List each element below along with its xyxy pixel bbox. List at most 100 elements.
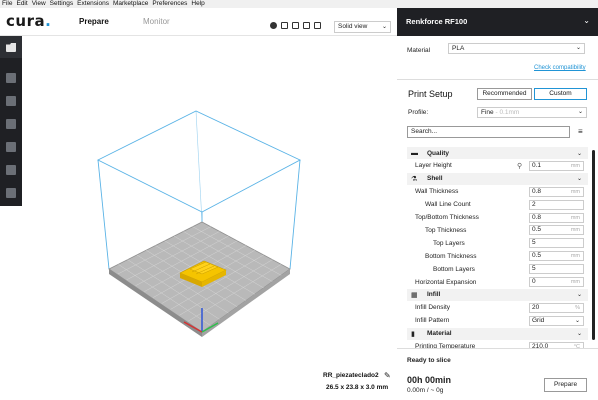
header: cura. Prepare Monitor Solid view ⌄ — [0, 8, 397, 38]
tab-prepare[interactable]: Prepare — [79, 16, 109, 28]
setting-value: 0.8 — [532, 187, 542, 195]
menu-view[interactable]: View — [32, 0, 46, 8]
menu-settings[interactable]: Settings — [50, 0, 74, 8]
setting-row[interactable]: Bottom Layers 5 — [407, 263, 588, 275]
tab-monitor[interactable]: Monitor — [143, 16, 170, 28]
menu-edit[interactable]: Edit — [16, 0, 27, 8]
setting-label: Wall Thickness — [415, 188, 459, 196]
print-setup-title: Print Setup — [408, 89, 453, 99]
setting-row[interactable]: Wall Thickness 0.8 mm — [407, 186, 588, 198]
setting-input[interactable]: 0.8 mm — [529, 186, 584, 197]
chevron-down-icon: ⌄ — [583, 16, 590, 25]
mirror-tool-icon[interactable] — [0, 136, 22, 158]
setting-unit: mm — [570, 214, 580, 221]
recommended-button[interactable]: Recommended — [477, 88, 532, 100]
per-model-settings-icon[interactable] — [0, 159, 22, 181]
print-setup-panel: Print Setup Recommended Custom Profile: … — [397, 80, 598, 348]
setting-input[interactable]: 0 mm — [529, 277, 584, 287]
setting-row[interactable]: Top Thickness 0.5 mm — [407, 224, 588, 236]
setting-value: 0.5 — [532, 252, 542, 260]
setting-row[interactable]: Horizontal Expansion 0 mm — [407, 276, 588, 288]
print-time: 00h 00min — [407, 375, 452, 385]
chevron-down-icon: ⌄ — [576, 150, 582, 157]
check-compatibility-link[interactable]: Check compatibility — [534, 65, 586, 71]
open-file-icon[interactable] — [0, 36, 22, 58]
setting-row[interactable]: Printing Temperature 210.0 °C — [407, 341, 588, 348]
setting-input[interactable]: 0.5 mm — [529, 251, 584, 262]
setting-label: Top Thickness — [425, 226, 467, 234]
rotate-tool-icon[interactable] — [0, 113, 22, 135]
view-mode-select[interactable]: Solid view ⌄ — [334, 21, 391, 33]
support-blocker-icon[interactable] — [0, 182, 22, 204]
chevron-down-icon: ⌄ — [576, 176, 582, 183]
settings-category[interactable]: ▮ Material ⌄ — [407, 327, 588, 340]
settings-scrollbar[interactable] — [592, 150, 595, 340]
material-select[interactable]: PLA ⌄ — [448, 43, 585, 54]
scale-tool-icon[interactable] — [0, 90, 22, 112]
setting-label: Infill Density — [415, 304, 451, 312]
setting-input[interactable]: 20% — [529, 302, 584, 313]
custom-button[interactable]: Custom — [534, 88, 587, 100]
3d-view-icon[interactable] — [270, 22, 277, 29]
setting-label: Bottom Layers — [433, 265, 475, 273]
setting-row[interactable]: Infill Pattern Grid ⌄ — [407, 315, 588, 327]
setting-row[interactable]: Top Layers 5 — [407, 237, 588, 249]
setting-input[interactable]: 5 — [529, 264, 584, 275]
slice-status: Ready to slice — [407, 357, 451, 364]
setting-unit: mm — [570, 279, 580, 285]
slice-panel: Ready to slice 00h 00min 0.00m / ~ 0g Pr… — [397, 348, 598, 400]
menu-file[interactable]: File — [2, 0, 12, 8]
setting-row[interactable]: Bottom Thickness 0.5 mm — [407, 250, 588, 262]
setting-value: 5 — [532, 265, 536, 273]
setting-label: Infill Pattern — [415, 317, 450, 325]
setting-input[interactable]: 0.1 mm — [529, 160, 584, 171]
setting-unit: mm — [570, 253, 580, 260]
category-label: Infill — [427, 291, 441, 299]
left-view-icon[interactable] — [303, 22, 310, 29]
category-label: Quality — [427, 149, 450, 157]
cura-logo: cura. — [6, 12, 52, 30]
setting-label: Bottom Thickness — [425, 252, 477, 260]
setting-value: 5 — [532, 239, 536, 247]
settings-category[interactable]: ⚗ Shell ⌄ — [407, 172, 588, 185]
build-volume-edge — [195, 110, 203, 223]
setting-row[interactable]: Layer Height ⚲ 0.1 mm — [407, 160, 588, 172]
shell-icon: ⚗ — [411, 175, 418, 183]
settings-category[interactable]: ▬ Quality ⌄ — [407, 147, 588, 159]
chevron-down-icon: ⌄ — [575, 45, 581, 51]
setting-input[interactable]: 5 — [529, 238, 584, 249]
right-view-icon[interactable] — [314, 22, 321, 29]
prepare-button[interactable]: Prepare — [544, 378, 587, 392]
chevron-down-icon: ⌄ — [576, 331, 582, 338]
setting-row[interactable]: Wall Line Count 2 — [407, 199, 588, 211]
link-icon[interactable]: ⚲ — [517, 162, 522, 170]
setting-row[interactable]: Top/Bottom Thickness 0.8 mm — [407, 212, 588, 224]
menu-marketplace[interactable]: Marketplace — [113, 0, 148, 8]
printer-selector[interactable]: Renkforce RF100 ⌄ — [397, 8, 598, 36]
setting-input[interactable]: 2 — [529, 199, 584, 210]
profile-select[interactable]: Fine - 0.1mm ⌄ — [477, 107, 587, 118]
menu-help[interactable]: Help — [191, 0, 204, 8]
setting-input[interactable]: 0.8 mm — [529, 212, 584, 223]
settings-category[interactable]: ▦ Infill ⌄ — [407, 288, 588, 301]
setting-row[interactable]: Infill Density 20% — [407, 302, 588, 314]
setting-unit: % — [575, 304, 580, 311]
chevron-down-icon: ⌄ — [576, 292, 582, 299]
setting-label: Layer Height — [415, 162, 452, 170]
move-tool-icon[interactable] — [0, 67, 22, 89]
3d-viewport[interactable] — [22, 36, 397, 400]
category-label: Shell — [427, 175, 443, 183]
setting-value: 0.1 — [532, 161, 542, 169]
setting-input[interactable]: 0.5 mm — [529, 225, 584, 236]
setting-unit: mm — [570, 227, 580, 234]
pencil-icon[interactable]: ✎ — [384, 371, 391, 380]
settings-menu-icon[interactable]: ≡ — [578, 127, 583, 136]
material-label: Material — [407, 47, 431, 54]
settings-search-input[interactable]: Search... — [407, 126, 570, 138]
setting-select[interactable]: Grid ⌄ — [529, 315, 584, 326]
top-view-icon[interactable] — [292, 22, 299, 29]
front-view-icon[interactable] — [281, 22, 288, 29]
menu-preferences[interactable]: Preferences — [152, 0, 187, 8]
menu-extensions[interactable]: Extensions — [77, 0, 109, 8]
material-amount: 0.00m / ~ 0g — [407, 387, 444, 394]
